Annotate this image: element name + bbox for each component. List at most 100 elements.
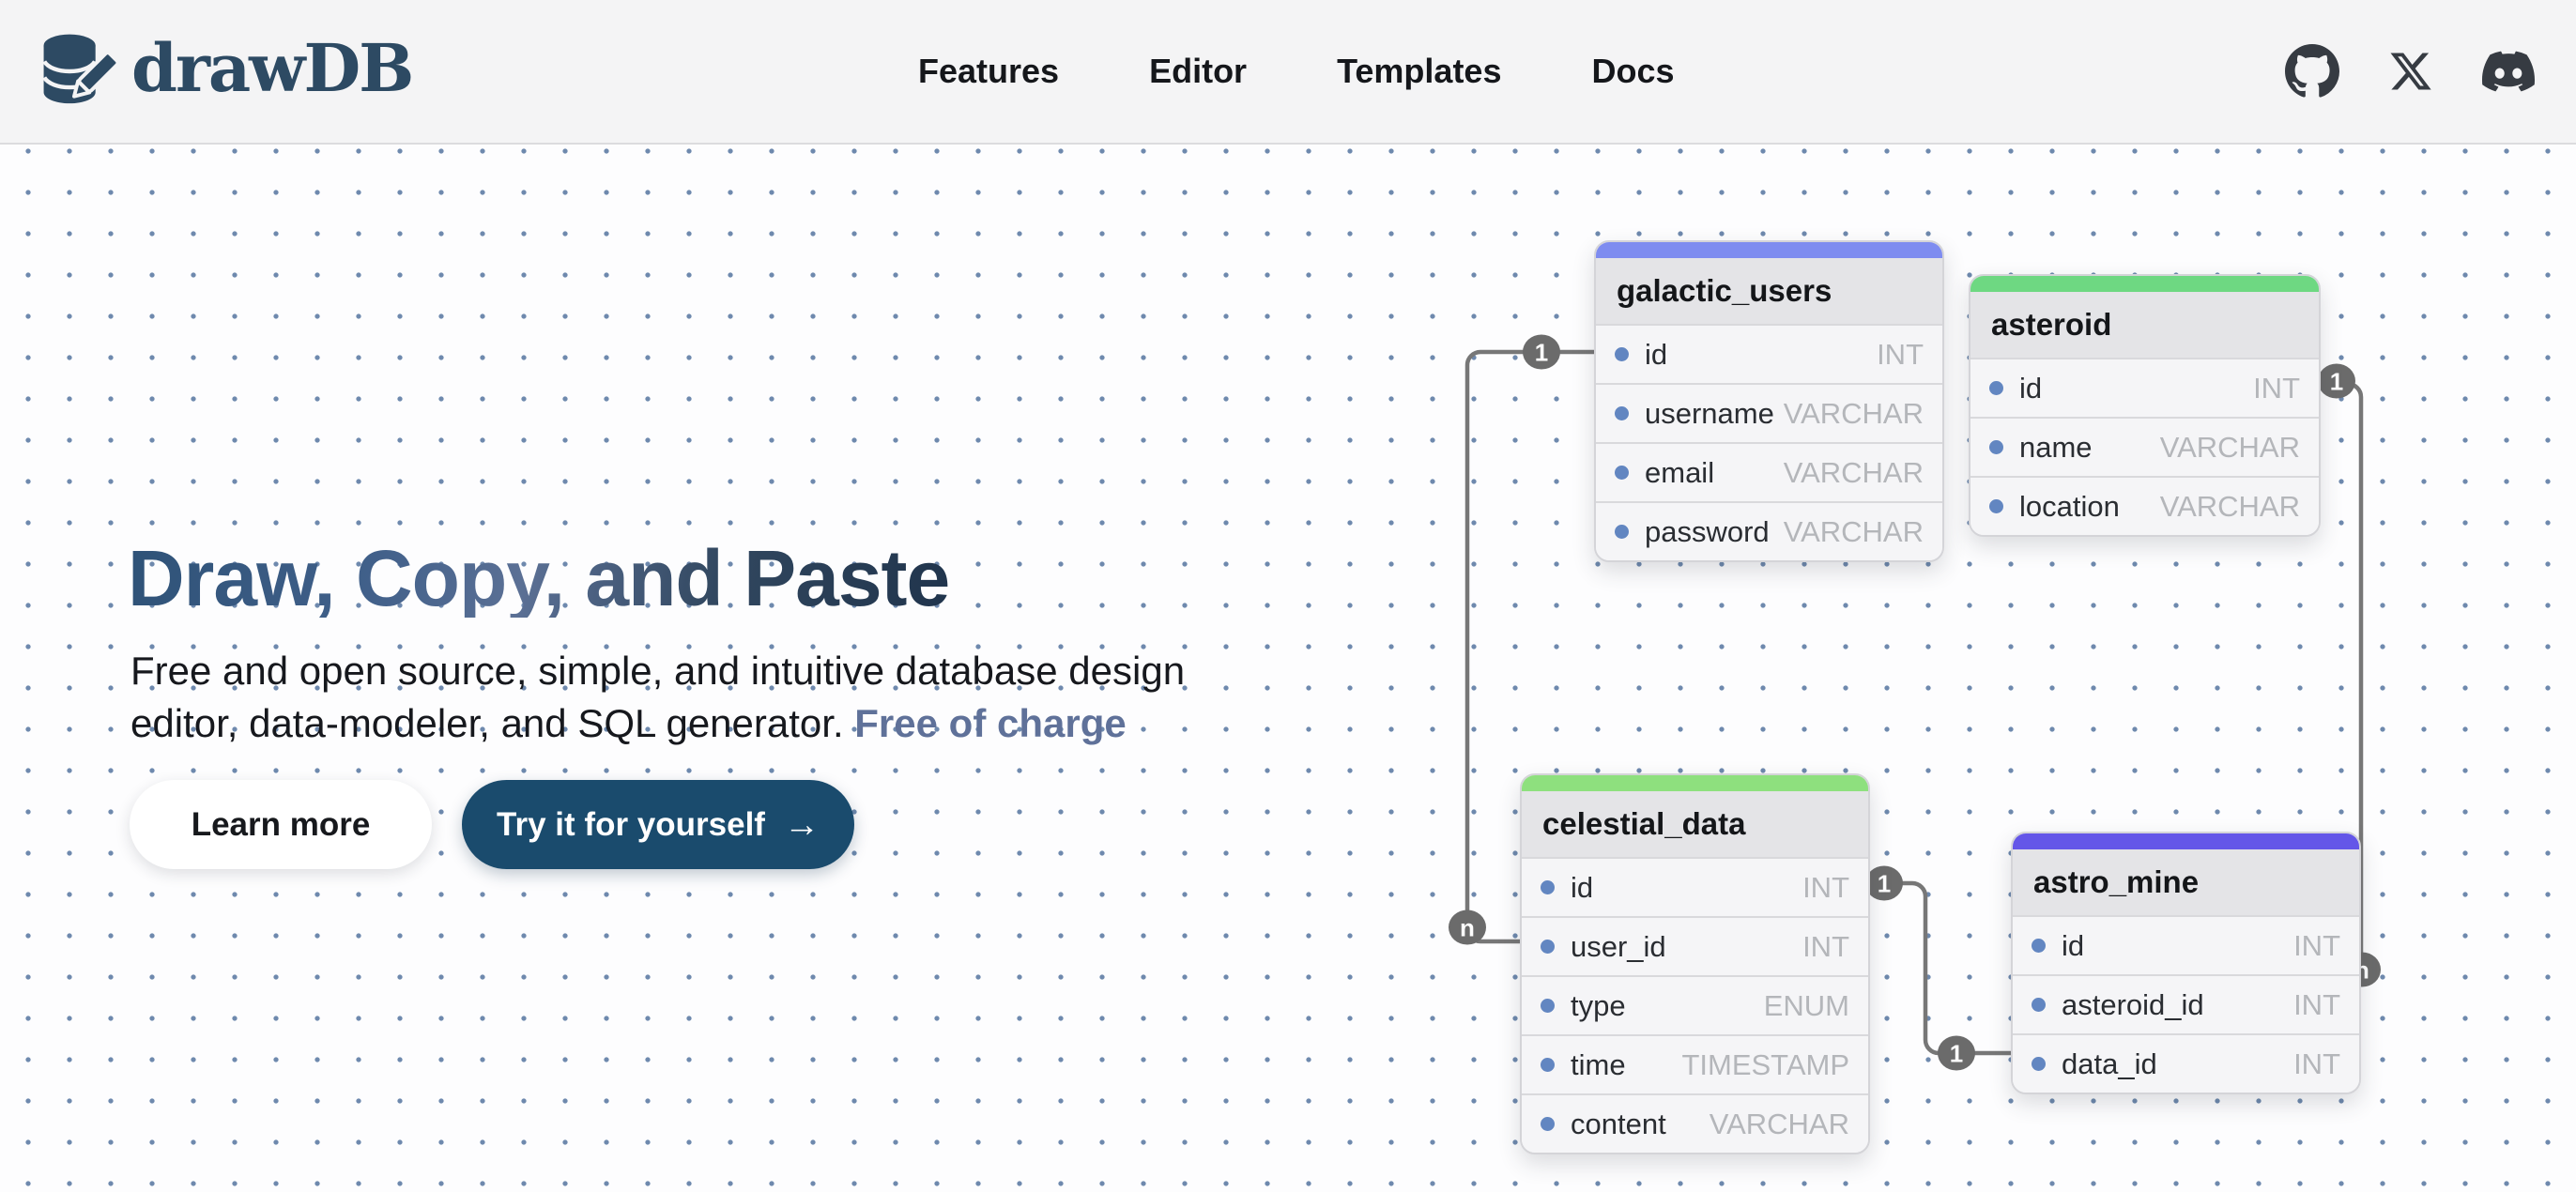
github-icon — [2285, 44, 2339, 99]
table-row: id INT — [1970, 358, 2319, 417]
table-header: galactic_users — [1596, 258, 1942, 324]
field-dot-icon — [1615, 406, 1629, 420]
field-name: email — [1645, 456, 1714, 490]
field-type: VARCHAR — [2160, 431, 2300, 465]
field-type: INT — [1802, 930, 1849, 964]
cta-row: Learn more Try it for yourself → — [130, 780, 854, 869]
field-dot-icon — [1541, 940, 1555, 954]
field-name: data_id — [2062, 1047, 2157, 1081]
github-link[interactable] — [2285, 44, 2339, 99]
table-row: time TIMESTAMP — [1522, 1034, 1868, 1093]
table-header: asteroid — [1970, 292, 2319, 358]
table-accent-strip — [2013, 833, 2359, 849]
nav-link-editor[interactable]: Editor — [1149, 52, 1247, 91]
field-name: name — [2019, 431, 2093, 465]
field-name: asteroid_id — [2062, 988, 2204, 1022]
hero-subtitle: Free and open source, simple, and intuit… — [130, 645, 1185, 750]
table-accent-strip — [1970, 276, 2319, 292]
table-header: astro_mine — [2013, 849, 2359, 915]
field-name: content — [1571, 1108, 1666, 1141]
cardinality-badge: 1 — [1523, 335, 1560, 370]
table-row: password VARCHAR — [1596, 501, 1942, 560]
table-row: type ENUM — [1522, 975, 1868, 1034]
free-of-charge-label: Free of charge — [854, 701, 1126, 745]
field-dot-icon — [1541, 880, 1555, 894]
x-icon — [2388, 49, 2433, 94]
field-dot-icon — [1615, 466, 1629, 480]
nav-link-templates[interactable]: Templates — [1337, 52, 1501, 91]
field-dot-icon — [1989, 440, 2003, 454]
table-celestial-data[interactable]: celestial_data id INT user_id INT type E… — [1520, 773, 1870, 1154]
field-dot-icon — [1541, 1058, 1555, 1072]
table-name: celestial_data — [1542, 806, 1745, 842]
cardinality-badge: 1 — [1938, 1036, 1975, 1071]
cardinality-badge: n — [1449, 910, 1486, 945]
field-dot-icon — [2032, 1057, 2046, 1071]
cardinality-badge: 1 — [2318, 364, 2355, 399]
x-link[interactable] — [2388, 49, 2433, 94]
table-name: astro_mine — [2033, 864, 2199, 900]
field-dot-icon — [1989, 499, 2003, 513]
field-dot-icon — [1541, 999, 1555, 1013]
arrow-right-icon: → — [784, 807, 820, 843]
hero-subtitle-line1: Free and open source, simple, and intuit… — [130, 649, 1185, 693]
field-name: user_id — [1571, 930, 1666, 964]
learn-more-button[interactable]: Learn more — [130, 780, 432, 869]
nav-link-docs[interactable]: Docs — [1591, 52, 1674, 91]
field-type: INT — [2293, 988, 2340, 1022]
field-type: TIMESTAMP — [1681, 1048, 1849, 1082]
table-row: location VARCHAR — [1970, 476, 2319, 535]
page-title: Draw, Copy, and Paste — [128, 539, 949, 618]
discord-link[interactable] — [2482, 45, 2535, 98]
field-name: id — [1571, 871, 1593, 905]
field-dot-icon — [1541, 1117, 1555, 1131]
field-dot-icon — [1615, 347, 1629, 361]
field-type: VARCHAR — [1784, 397, 1924, 431]
try-it-button[interactable]: Try it for yourself → — [462, 780, 854, 869]
table-row: email VARCHAR — [1596, 442, 1942, 501]
field-type: INT — [1802, 871, 1849, 905]
table-accent-strip — [1522, 775, 1868, 791]
field-name: location — [2019, 490, 2120, 524]
table-accent-strip — [1596, 242, 1942, 258]
table-row: username VARCHAR — [1596, 383, 1942, 442]
field-type: VARCHAR — [1784, 456, 1924, 490]
field-type: INT — [2253, 372, 2300, 405]
field-dot-icon — [1615, 525, 1629, 539]
field-type: INT — [2293, 929, 2340, 963]
field-name: time — [1571, 1048, 1626, 1082]
discord-icon — [2482, 45, 2535, 98]
social-links — [2285, 0, 2535, 143]
table-row: data_id INT — [2013, 1033, 2359, 1093]
field-name: password — [1645, 515, 1770, 549]
drawdb-logo-icon — [38, 22, 116, 121]
table-row: id INT — [2013, 915, 2359, 974]
table-astro-mine[interactable]: astro_mine id INT asteroid_id INT data_i… — [2011, 832, 2361, 1094]
field-name: id — [2019, 372, 2042, 405]
field-type: VARCHAR — [2160, 490, 2300, 524]
top-navbar: drawDB Features Editor Templates Docs — [0, 0, 2576, 145]
table-row: id INT — [1596, 324, 1942, 383]
table-name: galactic_users — [1617, 273, 1832, 309]
brand-name: drawDB — [131, 36, 412, 107]
field-type: VARCHAR — [1784, 515, 1924, 549]
field-type: ENUM — [1764, 989, 1849, 1023]
field-type: VARCHAR — [1710, 1108, 1849, 1141]
field-name: type — [1571, 989, 1626, 1023]
field-type: INT — [2293, 1047, 2340, 1081]
field-dot-icon — [1989, 381, 2003, 395]
field-dot-icon — [2032, 939, 2046, 953]
table-name: asteroid — [1991, 307, 2111, 343]
table-asteroid[interactable]: asteroid id INT name VARCHAR location VA… — [1969, 274, 2321, 537]
main-nav: Features Editor Templates Docs — [918, 0, 1675, 143]
field-name: id — [1645, 338, 1667, 372]
field-name: id — [2062, 929, 2084, 963]
field-name: username — [1645, 397, 1774, 431]
table-galactic-users[interactable]: galactic_users id INT username VARCHAR e… — [1594, 240, 1944, 562]
nav-link-features[interactable]: Features — [918, 52, 1059, 91]
drawdb-logo[interactable]: drawDB — [38, 0, 412, 143]
table-row: id INT — [1522, 857, 1868, 916]
cardinality-badge: 1 — [1865, 866, 1903, 901]
table-header: celestial_data — [1522, 791, 1868, 857]
try-it-label: Try it for yourself — [497, 806, 765, 844]
